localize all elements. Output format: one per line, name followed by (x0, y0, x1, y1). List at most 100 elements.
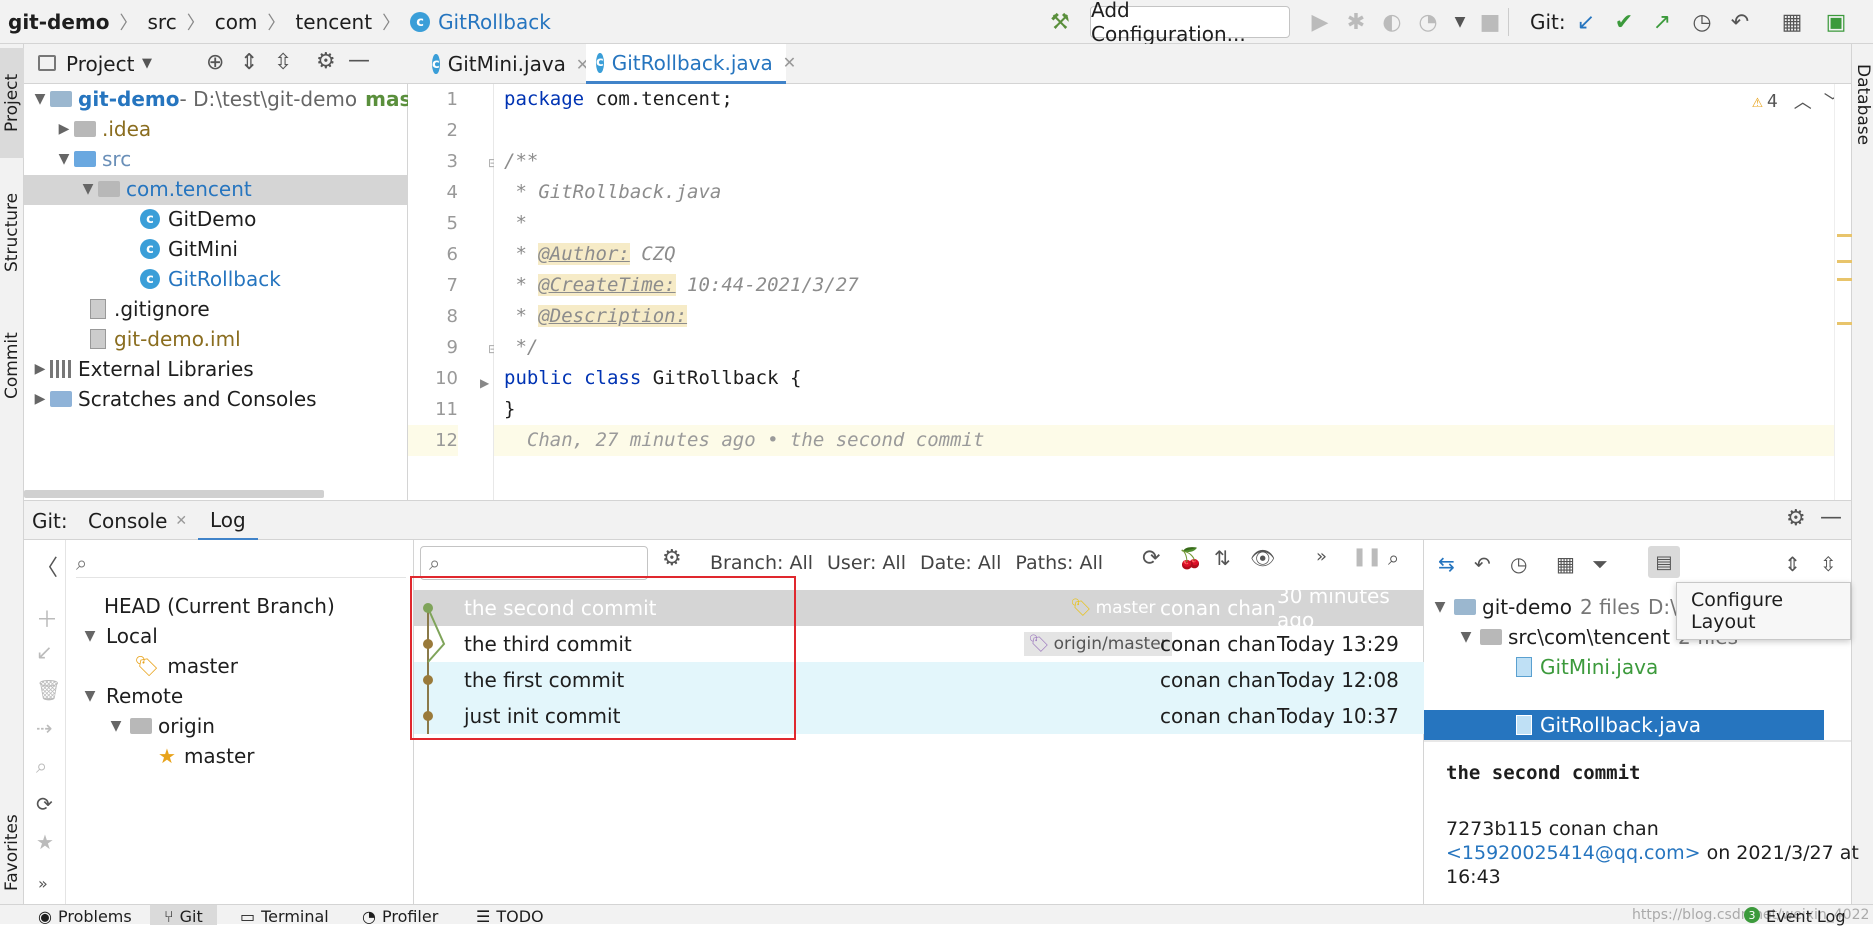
history-clock-icon[interactable]: ◷ (1510, 552, 1527, 576)
author-email-link[interactable]: <15920025414@qq.com> (1446, 842, 1701, 864)
chevron-down-icon[interactable]: ▼ (1444, 6, 1476, 38)
chevron-down-icon[interactable]: ▼ (80, 688, 100, 704)
tree-item-gitignore[interactable]: .gitignore (90, 294, 210, 324)
tab-git[interactable]: ⑂ Git (150, 905, 217, 926)
breadcrumb-com[interactable]: com (215, 10, 258, 34)
chevron-down-icon[interactable]: ▼ (78, 181, 98, 197)
project-structure-icon[interactable]: ▦ (1776, 6, 1808, 38)
chevron-down-icon[interactable]: ▼ (1430, 599, 1450, 615)
paths-filter[interactable]: Paths: All (1015, 552, 1103, 574)
locate-target-icon[interactable]: ⊕ (206, 50, 224, 75)
tab-project[interactable]: Project (0, 48, 24, 158)
refresh-icon[interactable]: ⟳ (36, 792, 53, 816)
tree-item-git-demo[interactable]: ▼ git-demo - D:\test\git-demo master (30, 84, 445, 114)
compare-icon[interactable]: ⇢ (36, 716, 53, 740)
chevron-left-icon[interactable]: 〈 (36, 550, 58, 582)
gear-icon[interactable]: ⚙ (662, 546, 682, 571)
tree-item-src[interactable]: ▼ src (54, 144, 132, 174)
rollback-icon[interactable]: ↶ (1474, 552, 1491, 576)
chevron-down-icon[interactable]: ▼ (1456, 629, 1476, 645)
cherry-pick-icon[interactable]: 🍒 (1178, 546, 1203, 570)
branch-filter[interactable]: Branch: All (710, 552, 813, 574)
history-clock-icon[interactable]: ◷ (1686, 6, 1718, 38)
branch-head[interactable]: HEAD (Current Branch) (104, 591, 335, 621)
stop-icon[interactable]: ■ (1474, 6, 1506, 38)
build-hammer-icon[interactable]: ⚒ (1044, 6, 1076, 38)
tree-item-idea[interactable]: ▶ .idea (54, 114, 152, 144)
more-icon[interactable]: » (38, 874, 48, 893)
gear-icon[interactable]: ⚙ (1786, 506, 1806, 531)
search-icon[interactable]: ⌕ (36, 754, 47, 778)
run-icon[interactable]: ▶ (1304, 6, 1336, 38)
profile-icon[interactable]: ◔ (1412, 6, 1444, 38)
chevron-right-icon[interactable]: ▶ (30, 361, 50, 377)
changed-file[interactable]: GitMini.java (1516, 652, 1658, 682)
tab-database[interactable]: Database (1852, 50, 1873, 160)
tab-gitmini[interactable]: c GitMini.java ✕ (422, 44, 589, 84)
tab-todo[interactable]: ☰ TODO (476, 905, 544, 926)
expand-all-icon[interactable]: ⇕ (1784, 552, 1801, 576)
run-anything-icon[interactable]: ▣ (1820, 6, 1852, 38)
expand-all-icon[interactable]: ⇕ (240, 50, 258, 75)
event-log[interactable]: 3 Event Log (1744, 905, 1846, 926)
branch-group-local[interactable]: ▼ Local (80, 621, 158, 651)
tab-commit[interactable]: Commit (0, 306, 24, 426)
editor-scrollbar[interactable] (1834, 84, 1852, 500)
star-icon[interactable]: ★ (36, 830, 54, 854)
tab-structure[interactable]: Structure (0, 162, 24, 302)
delete-icon[interactable]: 🗑 (36, 678, 61, 702)
commit-search-input[interactable]: ⌕ (420, 546, 648, 580)
run-gutter-icon[interactable]: ▶ (480, 376, 489, 390)
branch-group-remote[interactable]: ▼ Remote (80, 681, 184, 711)
eye-icon[interactable]: 👁 (1250, 546, 1275, 570)
collapse-all-icon[interactable]: ⇳ (1820, 552, 1837, 576)
minimize-icon[interactable]: — (348, 48, 370, 73)
close-icon[interactable]: ✕ (175, 513, 187, 529)
horizontal-scrollbar[interactable] (24, 490, 324, 498)
chevron-right-icon[interactable]: ▶ (54, 121, 74, 137)
inspection-widget[interactable]: ⚠ 4 ︿ ﹀ (1752, 88, 1842, 114)
tab-problems[interactable]: ◉ Problems (38, 905, 132, 926)
user-filter[interactable]: User: All (827, 552, 906, 574)
breadcrumb-class[interactable]: GitRollback (438, 10, 551, 34)
debug-icon[interactable]: ✱ (1340, 6, 1372, 38)
minimize-icon[interactable]: — (1820, 505, 1842, 530)
checkout-icon[interactable]: ↙ (36, 640, 53, 664)
tree-item-scratches[interactable]: ▶ Scratches and Consoles (30, 384, 317, 414)
chevron-up-icon[interactable]: ︿ (1794, 88, 1812, 114)
breadcrumb-src[interactable]: src (148, 10, 177, 34)
filter-icon[interactable]: ⏷ (1592, 552, 1608, 576)
tab-console[interactable]: Console ✕ (88, 501, 187, 541)
sort-icon[interactable]: ⇅ (1214, 546, 1231, 570)
pause-icon[interactable]: ❚❚ (1352, 546, 1382, 567)
chevron-down-icon[interactable]: ▼ (142, 56, 152, 71)
chevron-down-icon[interactable]: ▼ (80, 628, 100, 644)
breadcrumb-project[interactable]: git-demo (8, 10, 110, 34)
tab-gitrollback[interactable]: c GitRollback.java ✕ (586, 44, 796, 84)
code-editor[interactable]: package com.tencent; /** * GitRollback.j… (494, 84, 1842, 500)
tree-item-com-tencent[interactable]: ▼ com.tencent (78, 174, 252, 204)
chevron-right-icon[interactable]: ▶ (30, 391, 50, 407)
gear-icon[interactable]: ⚙ (316, 49, 336, 74)
coverage-icon[interactable]: ◐ (1376, 6, 1408, 38)
project-panel-title[interactable]: Project (66, 52, 134, 76)
tree-item-iml[interactable]: git-demo.iml (90, 324, 241, 354)
tree-item-gitrollback[interactable]: c GitRollback (140, 264, 281, 294)
tab-profiler[interactable]: ◔ Profiler (362, 905, 438, 926)
branch-group-origin[interactable]: ▼ origin (106, 711, 215, 741)
branch-search-input[interactable]: ⌕ (76, 548, 406, 578)
more-icon[interactable]: » (1316, 546, 1327, 567)
search-icon[interactable]: ⌕ (1388, 546, 1399, 570)
chevron-down-icon[interactable]: ▼ (106, 718, 126, 734)
date-filter[interactable]: Date: All (920, 552, 1001, 574)
update-project-icon[interactable]: ↙ (1570, 6, 1602, 38)
changed-file[interactable]: GitRollback.java (1516, 710, 1701, 740)
close-icon[interactable]: ✕ (783, 53, 796, 72)
add-configuration-button[interactable]: Add Configuration... (1090, 0, 1290, 46)
breadcrumb-tencent[interactable]: tencent (295, 10, 372, 34)
diff-icon[interactable]: ⇆ (1438, 552, 1455, 576)
layout-icon[interactable]: ▤ (1648, 546, 1680, 578)
branch-origin-master[interactable]: ★ master (158, 741, 254, 771)
collapse-all-icon[interactable]: ⇳ (274, 50, 292, 75)
plus-icon[interactable]: ＋ (36, 602, 58, 634)
